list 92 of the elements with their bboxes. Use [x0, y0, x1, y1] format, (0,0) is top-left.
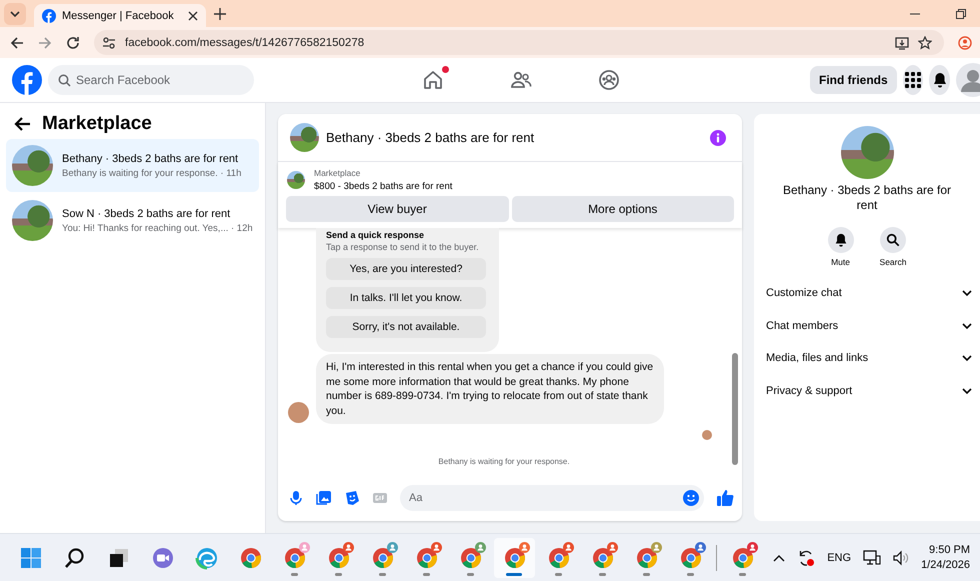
photo-placeholder — [12, 200, 53, 241]
message-input-field[interactable]: Aa — [400, 485, 704, 511]
chat-status-text: Bethany is waiting for your response. — [437, 457, 571, 466]
message-bubble: Hi, I'm interested in this rental when you get a chance if you could give me some more information that would be great thanks. My phone number is 689-899-0734. I'm trying to relocate from out of state thank you. — [316, 354, 664, 424]
thumbs-up-icon[interactable] — [716, 489, 734, 507]
tab-list-icon[interactable] — [4, 2, 26, 24]
profile-icon[interactable] — [958, 36, 972, 50]
search-icon — [62, 546, 86, 570]
new-tab-icon[interactable] — [214, 8, 226, 20]
chrome-icon — [678, 546, 702, 570]
notifications-button[interactable] — [929, 65, 950, 95]
search-icon — [886, 233, 900, 247]
quick-response-button[interactable]: In talks. I'll let you know. — [326, 287, 486, 309]
listing-title: $800 - 3beds 2 baths are for rent — [314, 181, 452, 192]
info-icon[interactable] — [710, 130, 726, 146]
quick-response-button[interactable]: Sorry, it's not available. — [326, 316, 486, 338]
conversation-name: Bethany · 3beds 2 baths are for rent — [62, 152, 240, 164]
photo-placeholder — [290, 123, 319, 152]
sidebar-title: Marketplace — [42, 113, 152, 135]
browser-tab[interactable]: Messenger | Facebook — [34, 4, 206, 27]
chrome-icon — [414, 546, 438, 570]
listing-action-button[interactable]: More options — [512, 196, 734, 222]
listing-action-button[interactable]: View buyer — [286, 196, 508, 222]
listing-label: Marketplace — [314, 168, 362, 178]
photo-placeholder — [287, 171, 305, 189]
sticker-icon[interactable] — [344, 490, 360, 506]
avatar-placeholder — [288, 402, 309, 423]
bell-icon — [932, 72, 948, 88]
address-field[interactable]: facebook.com/messages/t/1426776582150278 — [94, 30, 944, 55]
chrome-icon — [370, 546, 394, 570]
menu-button[interactable] — [902, 65, 924, 95]
microphone-icon[interactable] — [288, 490, 304, 506]
speaker-icon[interactable] — [893, 550, 910, 566]
quick-response-title: Send a quick response — [326, 230, 426, 241]
language-indicator[interactable]: ENG — [827, 552, 852, 564]
conversation-name: Sow N · 3beds 2 baths are for rent — [62, 208, 232, 220]
photo-placeholder — [12, 145, 53, 186]
browser-swirl-icon — [194, 546, 218, 570]
back-arrow-icon[interactable] — [14, 115, 32, 133]
bookmark-star-icon[interactable] — [918, 36, 932, 50]
find-friends-button[interactable]: Find friends — [810, 66, 897, 94]
conversation-item[interactable]: Sow N · 3beds 2 baths are for rent You: Hi! Thanks for reaching out. Yes,... · 12h — [6, 194, 259, 247]
chrome-icon — [730, 546, 754, 570]
menu-grid-icon — [905, 72, 922, 88]
facebook-logo-icon[interactable] — [12, 65, 42, 95]
restore-icon[interactable] — [956, 8, 966, 18]
url-text: facebook.com/messages/t/1426776582150278 — [125, 36, 364, 48]
forward-icon[interactable] — [38, 36, 52, 50]
chrome-icon — [282, 546, 306, 570]
network-icon[interactable] — [863, 550, 882, 566]
chrome-icon — [590, 546, 614, 570]
conversation-item[interactable]: Bethany · 3beds 2 baths are for rent Bethany is waiting for your response. · 11h — [6, 139, 259, 192]
chrome-icon — [502, 546, 526, 570]
tab-title: Messenger | Facebook — [62, 10, 175, 22]
video-chat-icon — [150, 546, 174, 570]
search-button[interactable] — [880, 227, 906, 253]
sync-alert-icon[interactable] — [797, 548, 816, 566]
site-settings-icon — [102, 36, 116, 50]
search-field[interactable]: Search Facebook — [48, 65, 254, 95]
chrome-icon — [326, 546, 350, 570]
reload-icon[interactable] — [66, 36, 80, 50]
chrome-icon — [238, 546, 262, 570]
chrome-icon — [634, 546, 658, 570]
close-icon[interactable] — [188, 10, 198, 20]
back-icon[interactable] — [10, 36, 24, 50]
action-label: Mute — [831, 257, 850, 267]
mute-button[interactable] — [828, 227, 854, 253]
conversation-preview: You: Hi! Thanks for reaching out. Yes,... · 12h — [62, 222, 253, 234]
account-avatar-icon[interactable] — [956, 63, 980, 97]
clock[interactable]: 9:50 PM 1/24/2026 — [921, 542, 970, 572]
home-icon[interactable] — [421, 68, 445, 92]
details-section[interactable]: Customize chat — [754, 277, 980, 310]
quick-response-hint: Tap a response to send it to the buyer. — [326, 242, 480, 252]
photo-icon[interactable] — [316, 490, 332, 506]
install-app-icon[interactable] — [895, 36, 909, 50]
smiley-icon[interactable] — [683, 490, 699, 506]
conversation-preview: Bethany is waiting for your response. · 11h — [62, 168, 242, 178]
details-section[interactable]: Chat members — [754, 310, 980, 342]
search-icon — [58, 74, 71, 87]
chrome-icon — [546, 546, 570, 570]
action-label: Search — [880, 257, 906, 267]
quick-response-button[interactable]: Yes, are you interested? — [326, 258, 486, 280]
groups-icon[interactable] — [597, 68, 621, 92]
details-title: Bethany · 3beds 2 baths are for rent — [782, 183, 952, 213]
chat-title: Bethany · 3beds 2 baths are for rent — [326, 130, 534, 145]
bell-icon — [834, 233, 848, 247]
windows-logo-icon — [18, 546, 42, 570]
chrome-icon — [458, 546, 482, 570]
read-receipt-avatar — [702, 430, 712, 440]
facebook-icon — [42, 8, 56, 22]
details-section[interactable]: Media, files and links — [754, 342, 980, 374]
details-section[interactable]: Privacy & support — [754, 374, 980, 407]
